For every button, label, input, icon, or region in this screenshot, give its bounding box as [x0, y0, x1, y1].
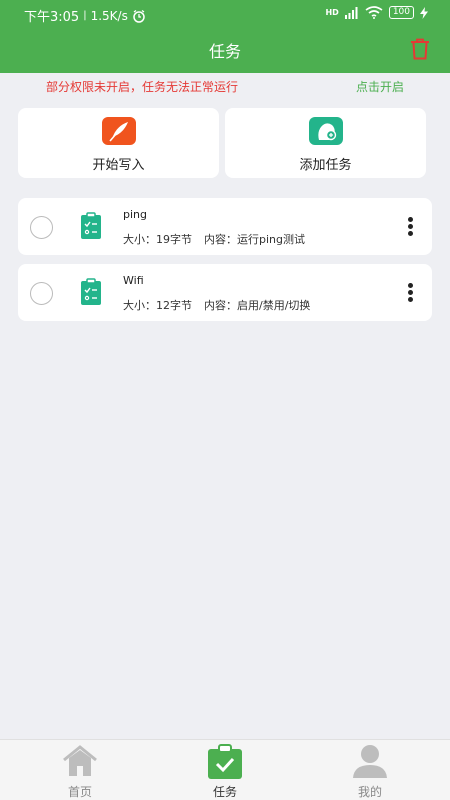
content-label: 内容：	[204, 299, 237, 312]
nav-item-task[interactable]: 任务	[195, 744, 255, 799]
nav-item-home[interactable]: 首页	[50, 744, 110, 799]
content-label: 内容：	[204, 233, 237, 246]
task-name: Wifi	[123, 274, 144, 287]
nav-item-mine[interactable]: 我的	[340, 744, 400, 799]
start-write-label: 开始写入	[92, 158, 145, 173]
permission-warning: 部分权限未开启，任务无法正常运行 点击开启	[0, 76, 450, 96]
network-speed: 1.5K/s	[90, 8, 128, 23]
task-clipboard-icon	[81, 278, 101, 305]
warning-text: 部分权限未开启，任务无法正常运行	[46, 80, 239, 94]
task-name: ping	[123, 208, 147, 221]
write-pen-icon	[101, 117, 136, 145]
content-value: 启用/禁用/切换	[237, 299, 311, 312]
content-value: 运行ping测试	[237, 233, 305, 246]
task-clipboard-icon	[81, 212, 101, 239]
clipboard-check-icon	[208, 744, 242, 779]
status-bar: 下午3:05 | 1.5K/s HD 100	[0, 0, 450, 28]
add-task-label: 添加任务	[299, 158, 352, 173]
signal-icon	[344, 6, 358, 19]
home-icon	[63, 745, 97, 776]
nav-label-task: 任务	[212, 785, 237, 799]
enable-permission-link[interactable]: 点击开启	[356, 78, 404, 95]
page-title: 任务	[208, 42, 241, 61]
more-options-icon[interactable]	[408, 283, 414, 303]
more-options-icon[interactable]	[408, 217, 414, 237]
charging-icon	[420, 6, 428, 19]
task-meta: 大小：12字节 内容：启用/禁用/切换	[123, 297, 316, 313]
size-label: 大小：	[123, 233, 156, 246]
task-select-radio[interactable]	[30, 216, 53, 239]
add-task-button[interactable]: 添加任务	[225, 108, 426, 178]
task-select-radio[interactable]	[30, 282, 53, 305]
wifi-icon	[365, 6, 383, 19]
task-meta: 大小：19字节 内容：运行ping测试	[123, 231, 311, 247]
task-item-ping[interactable]: ping 大小：19字节 内容：运行ping测试	[18, 198, 432, 255]
start-write-button[interactable]: 开始写入	[18, 108, 219, 178]
alarm-icon	[133, 9, 145, 23]
size-value: 12字节	[156, 299, 192, 312]
battery-indicator: 100	[388, 6, 414, 19]
add-task-icon	[308, 117, 343, 145]
bottom-nav: 首页 任务 我的	[0, 739, 450, 800]
status-time: 下午3:05	[24, 10, 80, 25]
hd-badge: HD	[325, 8, 339, 17]
nav-label-mine: 我的	[357, 785, 382, 799]
trash-icon[interactable]	[410, 38, 430, 60]
profile-icon	[353, 745, 387, 778]
size-value: 19字节	[156, 233, 192, 246]
app-header: 下午3:05 | 1.5K/s HD 100 任务	[0, 0, 450, 73]
size-label: 大小：	[123, 299, 156, 312]
task-item-wifi[interactable]: Wifi 大小：12字节 内容：启用/禁用/切换	[18, 264, 432, 321]
nav-label-home: 首页	[67, 785, 92, 799]
